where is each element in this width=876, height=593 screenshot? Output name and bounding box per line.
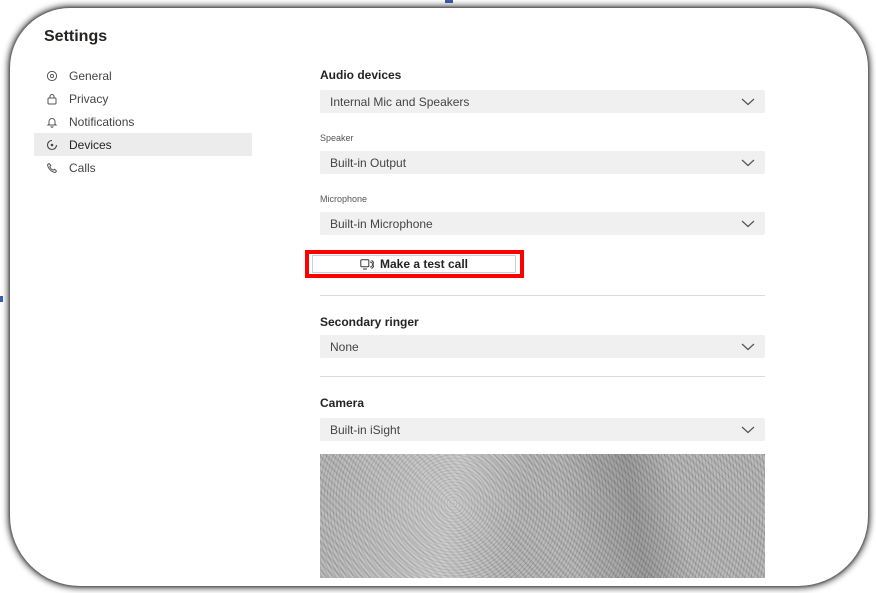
sidebar-item-label: Devices bbox=[69, 137, 112, 152]
test-call-icon bbox=[360, 258, 374, 270]
sidebar-item-devices[interactable]: Devices bbox=[34, 133, 252, 156]
dropdown-value: None bbox=[330, 339, 359, 354]
sidebar-item-label: General bbox=[69, 68, 112, 83]
devices-icon bbox=[44, 137, 60, 153]
speaker-dropdown[interactable]: Built-in Output bbox=[320, 151, 765, 174]
window-edge-marker-left bbox=[0, 296, 3, 302]
chevron-down-icon bbox=[741, 343, 755, 351]
page-title: Settings bbox=[44, 28, 108, 45]
sidebar-item-notifications[interactable]: Notifications bbox=[34, 110, 252, 133]
camera-heading: Camera bbox=[320, 396, 365, 410]
speaker-label: Speaker bbox=[320, 133, 354, 143]
audio-device-dropdown[interactable]: Internal Mic and Speakers bbox=[320, 90, 765, 113]
dropdown-value: Built-in Output bbox=[330, 155, 407, 170]
section-divider bbox=[320, 295, 765, 296]
audio-devices-heading: Audio devices bbox=[320, 68, 402, 82]
chevron-down-icon bbox=[741, 426, 755, 434]
sidebar-item-calls[interactable]: Calls bbox=[34, 156, 252, 179]
phone-icon bbox=[44, 160, 60, 176]
section-divider bbox=[320, 376, 765, 377]
microphone-dropdown[interactable]: Built-in Microphone bbox=[320, 212, 765, 235]
window-edge-marker bbox=[445, 0, 453, 3]
sidebar-item-label: Notifications bbox=[69, 114, 135, 129]
dropdown-value: Built-in iSight bbox=[330, 422, 401, 437]
chevron-down-icon bbox=[741, 220, 755, 228]
make-test-call-label: Make a test call bbox=[379, 257, 469, 271]
chevron-down-icon bbox=[741, 159, 755, 167]
lock-icon bbox=[44, 91, 60, 107]
sidebar: General Privacy Notifications Devices Ca… bbox=[34, 64, 252, 179]
bell-icon bbox=[44, 114, 60, 130]
camera-preview-image bbox=[320, 454, 765, 578]
make-test-call-button[interactable]: Make a test call bbox=[312, 255, 516, 273]
camera-dropdown[interactable]: Built-in iSight bbox=[320, 418, 765, 441]
sidebar-item-label: Calls bbox=[69, 160, 96, 175]
sidebar-item-privacy[interactable]: Privacy bbox=[34, 87, 252, 110]
secondary-ringer-dropdown[interactable]: None bbox=[320, 335, 765, 358]
sidebar-item-label: Privacy bbox=[69, 91, 109, 106]
camera-preview bbox=[320, 454, 765, 578]
chevron-down-icon bbox=[741, 98, 755, 106]
sidebar-item-general[interactable]: General bbox=[34, 64, 252, 87]
gear-icon bbox=[44, 68, 60, 84]
dropdown-value: Internal Mic and Speakers bbox=[330, 94, 470, 109]
dropdown-value: Built-in Microphone bbox=[330, 216, 433, 231]
settings-window: Settings General Privacy Notifications D… bbox=[10, 8, 868, 586]
microphone-label: Microphone bbox=[320, 194, 368, 204]
secondary-ringer-heading: Secondary ringer bbox=[320, 315, 419, 329]
